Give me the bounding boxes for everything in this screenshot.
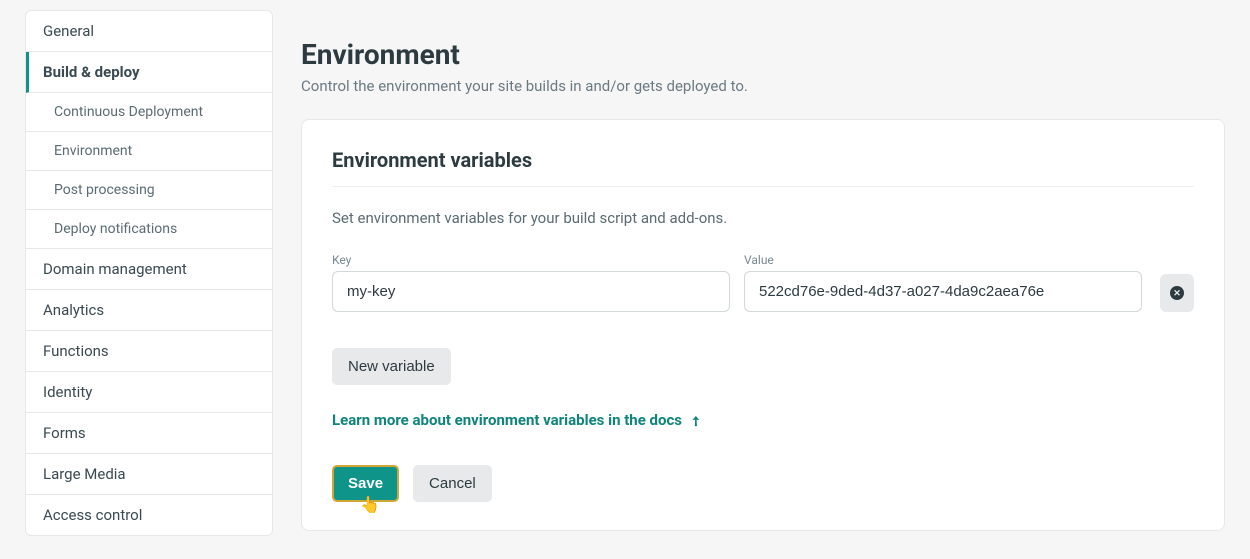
value-input[interactable] — [744, 271, 1142, 312]
sidebar-item-post-processing[interactable]: Post processing — [26, 171, 272, 210]
delete-variable-button[interactable]: ✕ — [1160, 274, 1194, 312]
value-label: Value — [744, 253, 1142, 267]
close-icon: ✕ — [1170, 286, 1184, 300]
new-variable-button[interactable]: New variable — [332, 348, 451, 385]
environment-variables-card: Environment variables Set environment va… — [301, 119, 1225, 531]
main-content: Environment Control the environment your… — [273, 10, 1225, 549]
key-input[interactable] — [332, 271, 730, 312]
sidebar-item-analytics[interactable]: Analytics — [26, 290, 272, 331]
card-description: Set environment variables for your build… — [332, 209, 1194, 227]
sidebar-item-build-deploy[interactable]: Build & deploy — [26, 52, 272, 93]
value-field: Value — [744, 253, 1142, 312]
sidebar-item-continuous-deployment[interactable]: Continuous Deployment — [26, 93, 272, 132]
docs-link-text: Learn more about environment variables i… — [332, 411, 682, 429]
sidebar-item-large-media[interactable]: Large Media — [26, 454, 272, 495]
form-actions: Save Cancel 👆 — [332, 465, 1194, 502]
page-title: Environment — [301, 38, 1225, 71]
sidebar-item-forms[interactable]: Forms — [26, 413, 272, 454]
key-field: Key — [332, 253, 730, 312]
settings-sidebar: General Build & deploy Continuous Deploy… — [25, 10, 273, 536]
docs-link[interactable]: Learn more about environment variables i… — [332, 411, 701, 429]
card-title: Environment variables — [332, 148, 1194, 187]
page-subtitle: Control the environment your site builds… — [301, 77, 1225, 95]
external-link-icon: ➚ — [686, 412, 704, 430]
key-label: Key — [332, 253, 730, 267]
sidebar-item-domain-management[interactable]: Domain management — [26, 249, 272, 290]
save-button[interactable]: Save — [332, 465, 399, 502]
sidebar-item-identity[interactable]: Identity — [26, 372, 272, 413]
variable-row: Key Value ✕ — [332, 253, 1194, 312]
sidebar-item-environment[interactable]: Environment — [26, 132, 272, 171]
sidebar-item-deploy-notifications[interactable]: Deploy notifications — [26, 210, 272, 249]
sidebar-item-access-control[interactable]: Access control — [26, 495, 272, 535]
sidebar-item-general[interactable]: General — [26, 11, 272, 52]
cancel-button[interactable]: Cancel — [413, 465, 492, 502]
sidebar-item-functions[interactable]: Functions — [26, 331, 272, 372]
